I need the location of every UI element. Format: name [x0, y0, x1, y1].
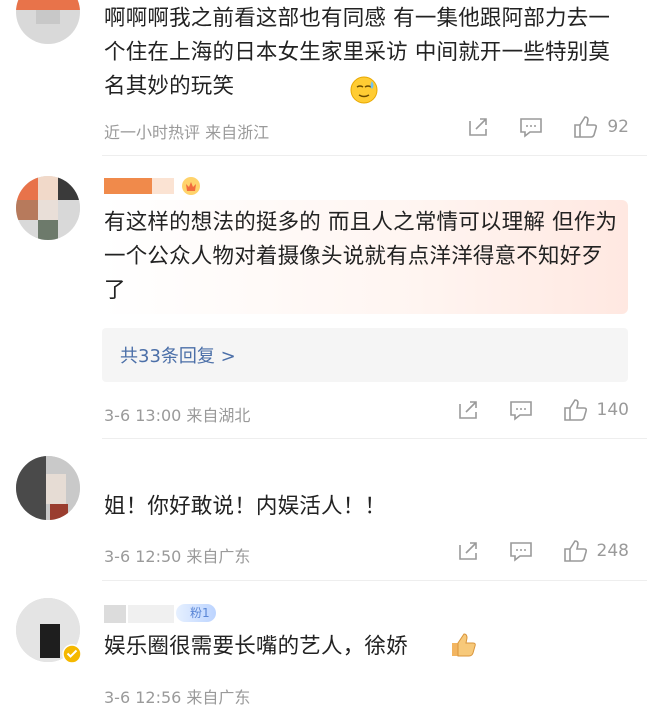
- comment-button[interactable]: [509, 399, 533, 421]
- like-icon: [563, 540, 587, 562]
- divider: [102, 580, 647, 581]
- like-button[interactable]: 92: [573, 115, 629, 139]
- like-count: 248: [596, 541, 629, 561]
- comment-meta: 3-6 12:50 来自广东: [104, 547, 251, 566]
- fan-badge: 粉1: [176, 604, 216, 622]
- avatar[interactable]: [16, 0, 80, 44]
- comment-icon: [509, 542, 532, 562]
- share-button[interactable]: [457, 540, 479, 562]
- like-count: 140: [596, 400, 629, 420]
- share-button[interactable]: [467, 116, 489, 138]
- username-blurred[interactable]: [104, 178, 152, 194]
- avatar[interactable]: [16, 456, 80, 520]
- divider: [102, 155, 647, 156]
- verified-badge-icon: [62, 644, 82, 668]
- username-blurred: [128, 605, 174, 623]
- comment-actions: 140: [427, 398, 629, 422]
- comment-actions: 92: [437, 115, 629, 139]
- like-count: 92: [607, 117, 629, 137]
- comment-actions: 248: [427, 539, 629, 563]
- like-button[interactable]: 140: [563, 398, 629, 422]
- replies-box[interactable]: 共33条回复 >: [102, 328, 628, 382]
- share-icon: [458, 542, 477, 560]
- comment-text: 姐！你好敢说！内娱活人！！: [104, 494, 387, 519]
- share-icon: [469, 118, 488, 136]
- username-blurred: [152, 178, 174, 194]
- like-icon: [574, 116, 598, 138]
- avatar[interactable]: [16, 176, 80, 240]
- comment-text: 娱乐圈很需要长嘴的艺人，徐娇: [104, 634, 408, 659]
- comment-icon: [509, 401, 532, 421]
- comment-icon: [520, 118, 543, 138]
- comment-meta: 近一小时热评 来自浙江: [104, 123, 270, 142]
- replies-link[interactable]: 共33条回复 >: [120, 342, 236, 368]
- like-button[interactable]: 248: [563, 539, 629, 563]
- thumbs-up-emoji: [448, 630, 478, 664]
- comment-meta: 3-6 13:00 来自湖北: [104, 406, 251, 425]
- sweat-smile-emoji: [349, 75, 379, 109]
- comment-button[interactable]: [519, 116, 543, 138]
- fan-badge-icon: [180, 174, 202, 200]
- comment-text: 有这样的想法的挺多的 而且人之常情可以理解 但作为一个公众人物对着摄像头说就有点…: [104, 210, 618, 303]
- comment-button[interactable]: [509, 540, 533, 562]
- username-blurred[interactable]: [104, 605, 126, 623]
- comment-meta: 3-6 12:56 来自广东: [104, 688, 251, 707]
- share-button[interactable]: [457, 399, 479, 421]
- share-icon: [458, 401, 477, 419]
- divider: [102, 438, 647, 439]
- like-icon: [563, 399, 587, 421]
